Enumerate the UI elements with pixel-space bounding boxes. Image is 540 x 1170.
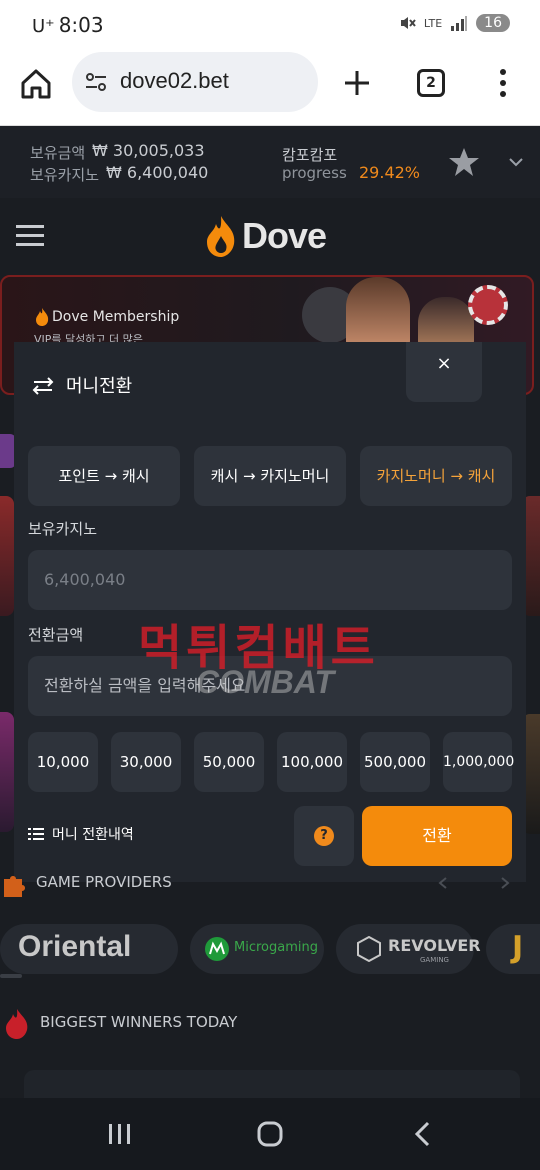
provider-revolver-sub: GAMING <box>420 956 449 964</box>
provider-revolver-label: REVOLVER <box>388 936 481 955</box>
carrier-label: U⁺ <box>32 16 55 37</box>
amount-30000-button[interactable]: 30,000 <box>111 732 181 792</box>
tab-casino-to-cash[interactable]: 카지노머니 → 캐시 <box>360 446 512 506</box>
casino-balance-field: 6,400,040 <box>28 550 512 610</box>
flame-small-icon <box>36 308 49 326</box>
status-bar: U⁺ 8:03 LTE 16 <box>0 0 540 52</box>
dealer-image <box>346 277 410 347</box>
site-settings-icon[interactable] <box>84 70 108 94</box>
held-amount-label: 보유금액 <box>30 144 86 162</box>
more-menu-icon[interactable] <box>494 66 512 100</box>
recent-apps-icon[interactable] <box>106 1122 134 1146</box>
provider-microgaming[interactable]: Microgaming <box>190 924 324 974</box>
game-card-left-2[interactable] <box>0 712 14 832</box>
clock: 8:03 <box>58 13 104 37</box>
home-icon[interactable] <box>18 66 54 102</box>
provider-microgaming-label: Microgaming <box>234 940 318 955</box>
amount-10000-button[interactable]: 10,000 <box>28 732 98 792</box>
browser-toolbar: dove02.bet 2 <box>0 52 540 126</box>
provider-revolver[interactable]: REVOLVER GAMING <box>336 924 481 974</box>
history-label: 머니 전환내역 <box>52 827 134 843</box>
signal-icon <box>451 16 468 31</box>
address-bar[interactable]: dove02.bet <box>72 52 318 112</box>
android-nav-bar <box>0 1098 540 1170</box>
network-label: LTE <box>423 16 443 30</box>
home-nav-icon[interactable] <box>256 1120 284 1148</box>
tab-switcher-button[interactable]: 2 <box>417 69 445 97</box>
banner-brand: Dove Membership <box>52 309 180 325</box>
held-casino-label: 보유카지노 <box>30 166 100 184</box>
hamburger-menu-icon[interactable] <box>16 224 44 248</box>
conversion-history-link[interactable]: 머니 전환내역 <box>28 824 134 844</box>
convert-button[interactable]: 전환 <box>362 806 512 866</box>
flame-logo-icon <box>207 216 235 257</box>
battery-indicator: 16 <box>476 14 510 32</box>
chevron-down-icon[interactable] <box>508 156 524 168</box>
provider-oriental[interactable]: Oriental <box>0 924 178 974</box>
amount-50000-button[interactable]: 50,000 <box>194 732 264 792</box>
site-logo[interactable]: Dove <box>204 214 327 258</box>
progress-value: 29.42% <box>359 163 421 182</box>
puzzle-icon <box>4 876 25 897</box>
help-button[interactable]: ? <box>294 806 354 866</box>
help-icon: ? <box>314 826 334 846</box>
held-amount-value: ₩ 30,005,033 <box>92 141 205 160</box>
list-icon <box>28 828 44 840</box>
carousel-scrollbar[interactable] <box>0 974 22 978</box>
microgaming-logo-icon <box>205 937 229 961</box>
status-time: U⁺ 8:03 <box>32 13 104 37</box>
amount-label: 전환금액 <box>28 626 84 644</box>
casino-balance-label: 보유카지노 <box>28 520 98 538</box>
balance-bar: 보유금액 ₩ 30,005,033 보유카지노 ₩ 6,400,040 캄포캄포… <box>0 126 540 198</box>
provider-oriental-label: Oriental <box>18 930 132 963</box>
winners-title: BIGGEST WINNERS TODAY <box>40 1013 238 1031</box>
amount-500000-button[interactable]: 500,000 <box>360 732 430 792</box>
provider-next[interactable]: J <box>486 924 540 974</box>
tab-point-to-cash[interactable]: 포인트 → 캐시 <box>28 446 180 506</box>
url-text: dove02.bet <box>120 68 229 93</box>
poker-chip-icon <box>468 285 508 325</box>
star-icon[interactable] <box>448 147 480 177</box>
campcampo-label: 캄포캄포 <box>282 146 338 164</box>
tab-cash-to-casino[interactable]: 캐시 → 카지노머니 <box>194 446 346 506</box>
back-icon[interactable] <box>410 1120 434 1148</box>
amount-1000000-button[interactable]: 1,000,000 <box>443 732 514 792</box>
watermark-english: COMBAT <box>196 664 335 700</box>
close-button[interactable]: × <box>406 342 482 402</box>
revolver-logo-icon <box>357 936 381 962</box>
fire-icon <box>6 1009 28 1039</box>
swap-arrows-icon <box>32 377 54 395</box>
held-casino-value: ₩ 6,400,040 <box>106 163 209 182</box>
game-card-left[interactable] <box>0 496 14 616</box>
provider-next-letter: J <box>512 930 524 965</box>
new-tab-icon[interactable] <box>340 66 374 100</box>
chevron-right-icon[interactable] <box>498 876 512 890</box>
amount-100000-button[interactable]: 100,000 <box>277 732 347 792</box>
providers-title: GAME PROVIDERS <box>36 873 172 891</box>
dealer-image-2 <box>418 297 474 347</box>
site-header: Dove <box>0 198 540 274</box>
chevron-left-icon[interactable] <box>436 876 450 890</box>
status-icons: LTE 16 <box>398 14 510 32</box>
mute-icon <box>400 17 416 29</box>
modal-title: 머니전환 <box>66 376 133 397</box>
logo-text: Dove <box>242 215 327 256</box>
progress-label: progress <box>282 164 347 182</box>
